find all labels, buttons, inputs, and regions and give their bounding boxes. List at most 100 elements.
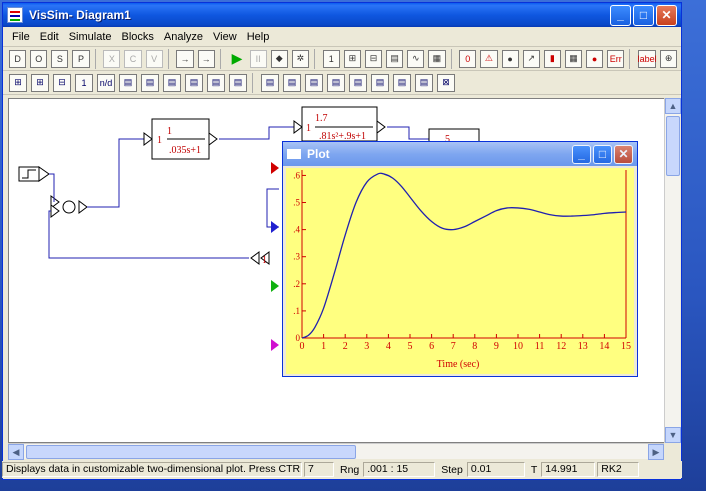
- boolean-block-icon[interactable]: ⊠: [437, 73, 455, 92]
- menu-blocks[interactable]: Blocks: [117, 31, 159, 43]
- print-icon[interactable]: P: [72, 49, 90, 68]
- response-series-line: [301, 172, 627, 339]
- scroll-left-icon[interactable]: ◀: [8, 444, 24, 460]
- gain-block-icon[interactable]: ⊟: [53, 73, 71, 92]
- new-icon[interactable]: D: [9, 49, 27, 68]
- plot-input-port-red[interactable]: [271, 162, 279, 174]
- menu-view[interactable]: View: [208, 31, 242, 43]
- compare-block-icon[interactable]: ▤: [371, 73, 389, 92]
- x-tick-label: 3: [364, 341, 369, 352]
- save-icon[interactable]: S: [51, 49, 69, 68]
- minimize-button[interactable]: _: [610, 4, 631, 26]
- plot-area[interactable]: 0 1 2 3 4 5 6 7 8 9 10 11 12 13 14 15 0.1.2.3.4.5.6 Tim…: [286, 168, 634, 374]
- arrow-block-icon[interactable]: ▤: [261, 73, 279, 92]
- x-tick-label: 6: [429, 341, 434, 352]
- title-bar[interactable]: VisSim- Diagram1 _ □ ✕: [3, 3, 681, 27]
- error-block-icon[interactable]: Err: [607, 49, 625, 68]
- menu-analyze[interactable]: Analyze: [159, 31, 208, 43]
- const-block-icon[interactable]: 1: [322, 49, 340, 68]
- table-block-icon[interactable]: ▦: [428, 49, 446, 68]
- stop-block-icon[interactable]: ●: [586, 49, 604, 68]
- y-tick-labels: 0 .1 .2 .3 .4 .5 .6: [293, 170, 300, 343]
- sum-block-icon[interactable]: ⊞: [9, 73, 27, 92]
- toolbar-separator: [450, 48, 457, 69]
- continue-simulation-icon[interactable]: ✲: [291, 49, 309, 68]
- menu-simulate[interactable]: Simulate: [64, 31, 117, 43]
- plot-minimize-button[interactable]: _: [572, 144, 591, 164]
- copy-icon[interactable]: C: [124, 49, 142, 68]
- label-block-icon[interactable]: label: [638, 49, 657, 68]
- horizontal-scrollbar[interactable]: ◀ ▶: [8, 443, 664, 460]
- mult-block-icon[interactable]: ⊞: [31, 73, 49, 92]
- delay-icon[interactable]: ▤: [163, 73, 181, 92]
- close-button[interactable]: ✕: [656, 4, 677, 26]
- menu-edit[interactable]: Edit: [35, 31, 64, 43]
- meter-block-icon[interactable]: ↗: [522, 49, 540, 68]
- display-block-icon[interactable]: 0: [459, 49, 477, 68]
- step-block-icon[interactable]: ⊞: [343, 49, 361, 68]
- feedback-gain-block[interactable]: 1: [250, 251, 270, 266]
- scroll-down-icon[interactable]: ▼: [665, 427, 681, 443]
- led-block-icon[interactable]: ●: [501, 49, 519, 68]
- transfer-function-block-2[interactable]: 1 1.7 .81s²+.9s+1: [293, 106, 386, 142]
- chart-axes: [301, 170, 627, 339]
- plot-close-button[interactable]: ✕: [614, 144, 633, 164]
- run-simulation-icon[interactable]: ▶: [228, 50, 245, 68]
- plot-title-bar[interactable]: Plot _ □ ✕: [283, 142, 637, 166]
- scroll-right-icon[interactable]: ▶: [648, 444, 664, 460]
- histogram-block-icon[interactable]: ▮: [543, 49, 561, 68]
- merge-icon[interactable]: ▤: [207, 73, 225, 92]
- step-block[interactable]: [18, 166, 50, 182]
- sum-junction-block[interactable]: [50, 195, 88, 218]
- wire-remove-icon[interactable]: →: [197, 49, 215, 68]
- menu-help[interactable]: Help: [242, 31, 275, 43]
- ramp-block-icon[interactable]: ▤: [386, 49, 404, 68]
- cut-icon[interactable]: X: [103, 49, 121, 68]
- plot-block-icon[interactable]: ⚠: [480, 49, 498, 68]
- step-simulation-icon[interactable]: ◆: [270, 49, 288, 68]
- x-tick-label: 1: [321, 341, 326, 352]
- xor-block-icon[interactable]: ▤: [349, 73, 367, 92]
- and-block-icon[interactable]: ▤: [283, 73, 301, 92]
- vissim-app-icon[interactable]: [7, 7, 23, 23]
- maximize-button[interactable]: □: [633, 4, 654, 26]
- scroll-up-icon[interactable]: ▲: [665, 98, 681, 114]
- status-blocks-count: 7: [304, 462, 334, 477]
- pulse-block-icon[interactable]: ⊟: [364, 49, 383, 68]
- transfer-function-block-1[interactable]: 1 1 .035s+1: [143, 118, 218, 160]
- horizontal-scroll-thumb[interactable]: [26, 445, 356, 459]
- plot-window-icon: [287, 149, 301, 159]
- menu-file[interactable]: File: [7, 31, 35, 43]
- derivative-icon[interactable]: ▤: [141, 73, 159, 92]
- vertical-scroll-thumb[interactable]: [666, 116, 680, 176]
- plot-input-port-blue[interactable]: [271, 221, 279, 233]
- x-axis-label: Time (sec): [437, 359, 480, 370]
- plot-maximize-button[interactable]: □: [593, 144, 612, 164]
- transfer-function-icon[interactable]: n/d: [97, 73, 115, 92]
- status-rng-value: .001 : 15: [363, 462, 436, 477]
- y-tick-label: .4: [293, 225, 300, 235]
- wire-add-icon[interactable]: →: [176, 49, 194, 68]
- not-block-icon[interactable]: ▤: [305, 73, 323, 92]
- buffer-block-icon[interactable]: ▤: [415, 73, 433, 92]
- x-tick-label: 11: [535, 341, 545, 352]
- relay-block-icon[interactable]: ▤: [393, 73, 411, 92]
- or-block-icon[interactable]: ▤: [327, 73, 345, 92]
- unit-block-icon[interactable]: 1: [75, 73, 93, 92]
- limit-icon[interactable]: ▤: [185, 73, 203, 92]
- x-tick-label: 10: [513, 341, 523, 352]
- pause-simulation-icon[interactable]: II: [249, 49, 267, 68]
- open-icon[interactable]: O: [30, 49, 48, 68]
- sine-block-icon[interactable]: ∿: [407, 49, 425, 68]
- vertical-scrollbar[interactable]: ▲ ▼: [664, 98, 681, 443]
- paste-icon[interactable]: V: [145, 49, 163, 68]
- plot-window[interactable]: Plot _ □ ✕ 0 1 2 3 4 5 6 7 8 9 10 11 12 13 14 15 0.1.2.…: [282, 141, 638, 377]
- switch-icon[interactable]: ▤: [229, 73, 247, 92]
- plot-input-port-magenta[interactable]: [271, 339, 279, 351]
- compound-block-icon[interactable]: ⊕: [660, 49, 678, 68]
- x-tick-label: 15: [621, 341, 631, 352]
- x-tick-label: 9: [494, 341, 499, 352]
- stripchart-block-icon[interactable]: ▦: [564, 49, 583, 68]
- plot-input-port-green[interactable]: [271, 280, 279, 292]
- integrator-icon[interactable]: ▤: [119, 73, 137, 92]
